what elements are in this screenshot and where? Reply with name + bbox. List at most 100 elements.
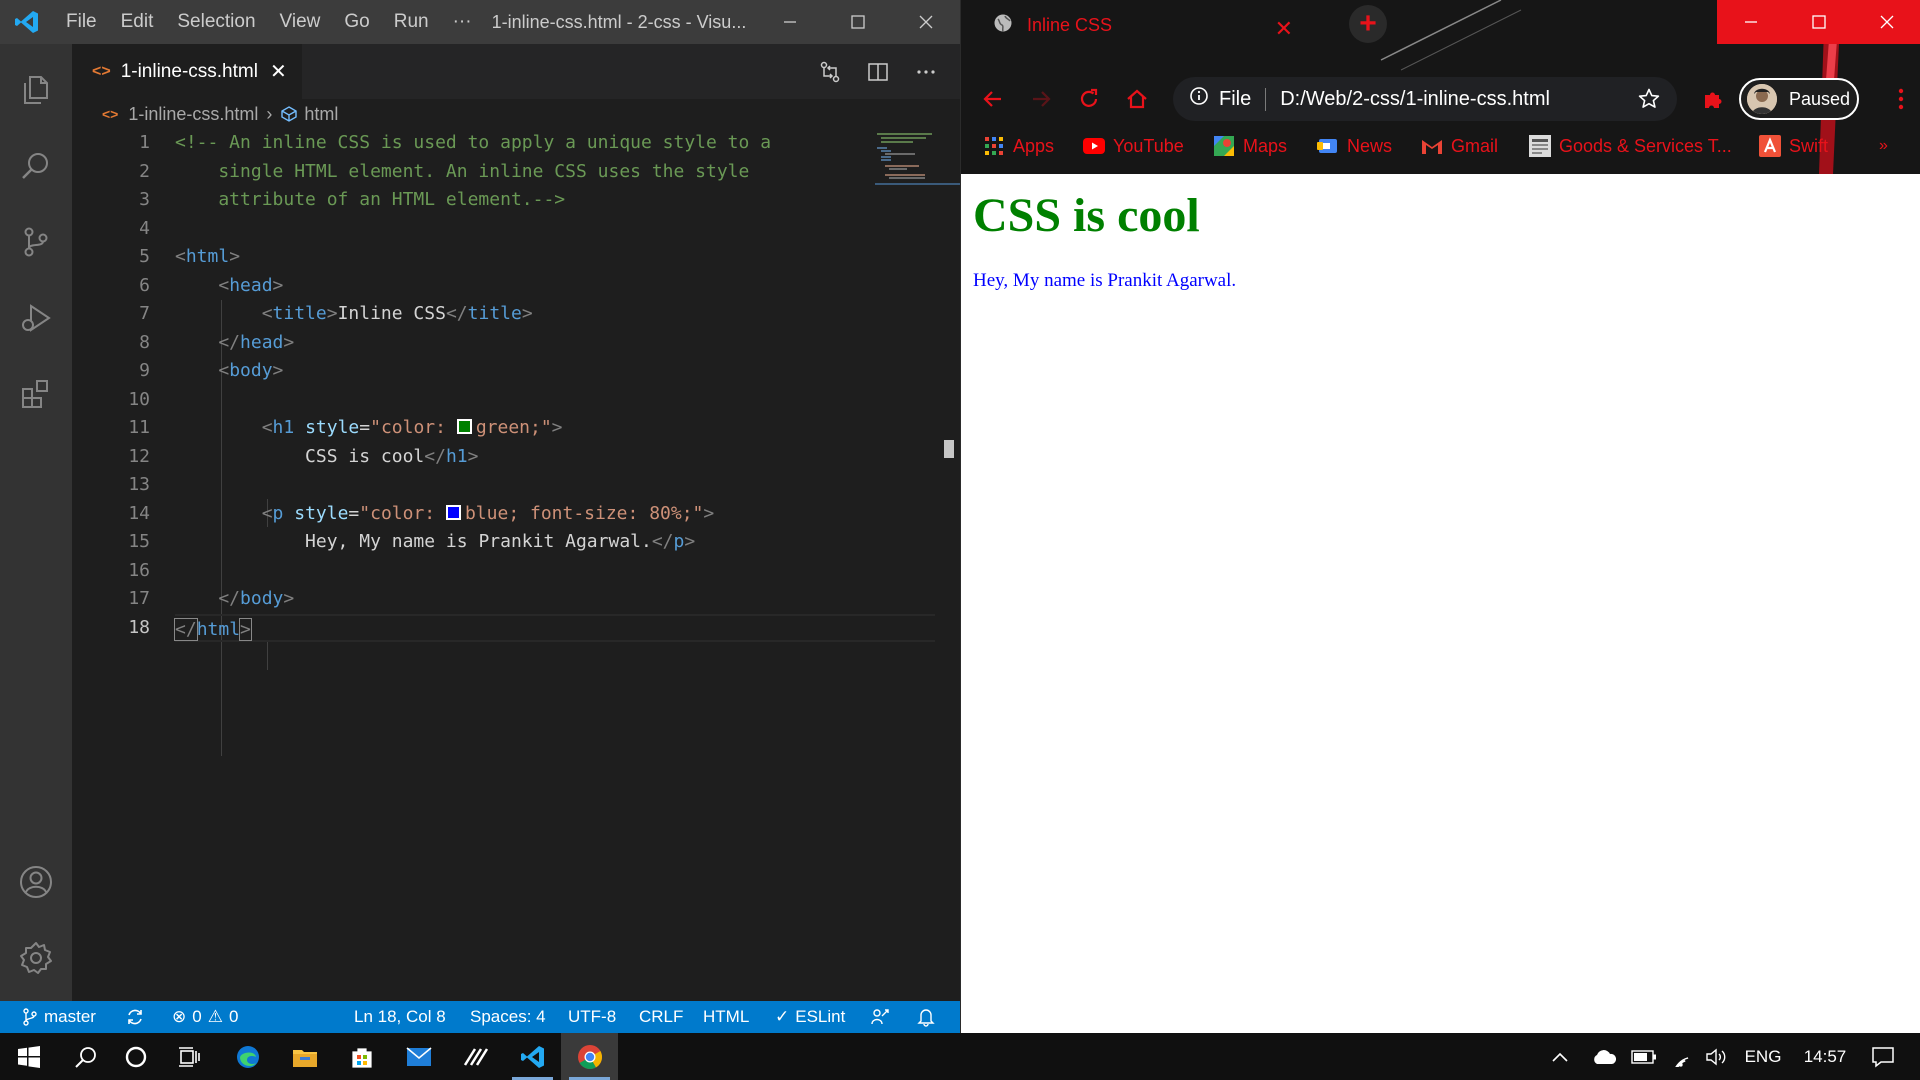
- code-line-6: <head>: [175, 274, 284, 296]
- line-number: 3: [139, 189, 150, 210]
- onedrive-cloud-icon[interactable]: [1585, 1033, 1623, 1080]
- bookmark-maps[interactable]: Maps: [1213, 130, 1287, 162]
- vscode-taskbar-icon[interactable]: [504, 1033, 561, 1080]
- start-icon[interactable]: [0, 1033, 57, 1080]
- split-editor-icon[interactable]: [854, 61, 902, 83]
- code-line-1: <!-- An inline CSS is used to apply a un…: [175, 132, 772, 153]
- breadcrumb-symbol[interactable]: html: [304, 104, 338, 125]
- eol-status[interactable]: CRLF: [639, 1001, 683, 1033]
- bookmark-star-icon[interactable]: [1637, 87, 1661, 117]
- feedback-icon[interactable]: [870, 1001, 890, 1033]
- wifi-icon[interactable]: [1663, 1033, 1699, 1080]
- back-arrow-icon[interactable]: [973, 74, 1013, 124]
- code-lines: <!-- An inline CSS is used to apply a un…: [174, 129, 935, 756]
- globe-icon: [993, 13, 1013, 38]
- encoding-status[interactable]: UTF-8: [568, 1001, 616, 1033]
- profile-status: Paused: [1789, 88, 1851, 109]
- problems-status[interactable]: ⊗ 0 ⚠ 0: [172, 1001, 238, 1033]
- menu-selection[interactable]: Selection: [165, 0, 267, 44]
- address-bar[interactable]: File D:/Web/2-css/1-inline-css.html: [1173, 77, 1677, 121]
- settings-gear-icon[interactable]: [0, 922, 72, 994]
- page-heading: CSS is cool: [973, 189, 1200, 242]
- bookmark-news[interactable]: News: [1317, 130, 1392, 162]
- mail-icon[interactable]: [390, 1033, 447, 1080]
- chrome-menu-icon[interactable]: [1889, 74, 1913, 124]
- bookmark-swift[interactable]: Swift: [1759, 130, 1828, 162]
- close-icon[interactable]: [1853, 0, 1920, 44]
- minimap[interactable]: [875, 129, 960, 189]
- volume-icon[interactable]: [1699, 1033, 1735, 1080]
- bookmark-apps[interactable]: Apps: [983, 130, 1054, 162]
- url-text[interactable]: D:/Web/2-css/1-inline-css.html: [1280, 88, 1550, 111]
- new-tab-button[interactable]: +: [1349, 5, 1387, 43]
- info-icon[interactable]: [1189, 86, 1209, 112]
- profile-button[interactable]: Paused: [1739, 78, 1859, 120]
- extensions-puzzle-icon[interactable]: [1693, 74, 1733, 124]
- indentation-status[interactable]: Spaces: 4: [470, 1001, 546, 1033]
- eslint-status[interactable]: ✓ ESLint: [775, 1001, 845, 1033]
- maximize-icon[interactable]: [824, 0, 892, 44]
- more-actions-icon[interactable]: [902, 61, 950, 83]
- forward-arrow-icon[interactable]: [1021, 74, 1061, 124]
- chrome-taskbar-icon[interactable]: [561, 1033, 618, 1080]
- notifications-bell-icon[interactable]: [917, 1001, 935, 1033]
- extensions-icon[interactable]: [0, 358, 72, 430]
- run-debug-icon[interactable]: [0, 282, 72, 354]
- bookmark-gst[interactable]: Goods & Services T...: [1529, 130, 1732, 162]
- tab-label: 1-inline-css.html: [120, 60, 258, 82]
- tab-1-inline-css[interactable]: <> 1-inline-css.html ✕: [72, 44, 302, 99]
- open-changes-icon[interactable]: [806, 60, 854, 84]
- close-icon[interactable]: [892, 0, 960, 44]
- line-number: 14: [128, 502, 150, 524]
- sync-icon[interactable]: [125, 1001, 145, 1033]
- tab-close-icon[interactable]: ✕: [270, 59, 287, 84]
- code-line-11: <h1 style="color: green;">: [261, 417, 563, 438]
- battery-icon[interactable]: [1625, 1033, 1663, 1080]
- cursor-position[interactable]: Ln 18, Col 8: [354, 1001, 446, 1033]
- minimize-icon[interactable]: [1717, 0, 1785, 44]
- breadcrumb-file[interactable]: 1-inline-css.html: [128, 104, 258, 125]
- bookmark-label: Apps: [1013, 135, 1055, 156]
- task-view-icon[interactable]: [160, 1033, 217, 1080]
- source-control-icon[interactable]: [0, 206, 72, 278]
- reload-icon[interactable]: [1069, 74, 1109, 124]
- language-indicator[interactable]: ENG: [1737, 1033, 1789, 1080]
- tab-close-icon[interactable]: ✕: [1275, 16, 1293, 42]
- vscode-titlebar: File Edit Selection View Go Run ··· 1-in…: [0, 0, 960, 44]
- line-number-gutter: 1 2 3 4 5 6 7 8 9 10 11 12 13 14 15 16 1…: [72, 129, 150, 642]
- branch-status[interactable]: master: [22, 1001, 96, 1033]
- bookmark-gmail[interactable]: Gmail: [1421, 130, 1498, 162]
- search-icon[interactable]: [0, 130, 72, 202]
- explorer-icon[interactable]: [0, 54, 72, 126]
- file-explorer-icon[interactable]: [276, 1033, 333, 1080]
- browser-tab-inline-css[interactable]: Inline CSS ✕: [973, 6, 1323, 44]
- menu-file[interactable]: File: [54, 0, 109, 44]
- code-editor[interactable]: 1 2 3 4 5 6 7 8 9 10 11 12 13 14 15 16 1…: [72, 129, 960, 1001]
- language-mode[interactable]: HTML: [703, 1001, 749, 1033]
- menu-run[interactable]: Run: [382, 0, 441, 44]
- cortana-icon[interactable]: [107, 1033, 164, 1080]
- minimize-icon[interactable]: [756, 0, 824, 44]
- edge-icon[interactable]: [219, 1033, 276, 1080]
- store-icon[interactable]: [333, 1033, 390, 1080]
- color-swatch-green[interactable]: [456, 419, 472, 434]
- home-icon[interactable]: [1117, 74, 1157, 124]
- gst-icon: [1529, 135, 1551, 157]
- menu-edit[interactable]: Edit: [109, 0, 166, 44]
- menu-go[interactable]: Go: [332, 0, 381, 44]
- bookmark-label: Gmail: [1451, 135, 1499, 156]
- maximize-icon[interactable]: [1785, 0, 1853, 44]
- menu-view[interactable]: View: [268, 0, 333, 44]
- clock[interactable]: 14:57: [1795, 1033, 1855, 1080]
- menu-more[interactable]: ···: [441, 0, 484, 44]
- bookmark-youtube[interactable]: YouTube: [1083, 130, 1184, 162]
- bookmarks-overflow-chevron-icon[interactable]: »: [1879, 130, 1888, 162]
- html-file-icon: <>: [92, 62, 111, 80]
- chevron-right-icon: ›: [266, 103, 273, 124]
- search-icon[interactable]: [57, 1033, 114, 1080]
- accounts-icon[interactable]: [0, 846, 72, 918]
- color-swatch-blue[interactable]: [445, 504, 461, 520]
- action-center-icon[interactable]: [1855, 1033, 1911, 1080]
- app-icon[interactable]: [447, 1033, 504, 1080]
- chevron-up-icon[interactable]: [1536, 1033, 1584, 1080]
